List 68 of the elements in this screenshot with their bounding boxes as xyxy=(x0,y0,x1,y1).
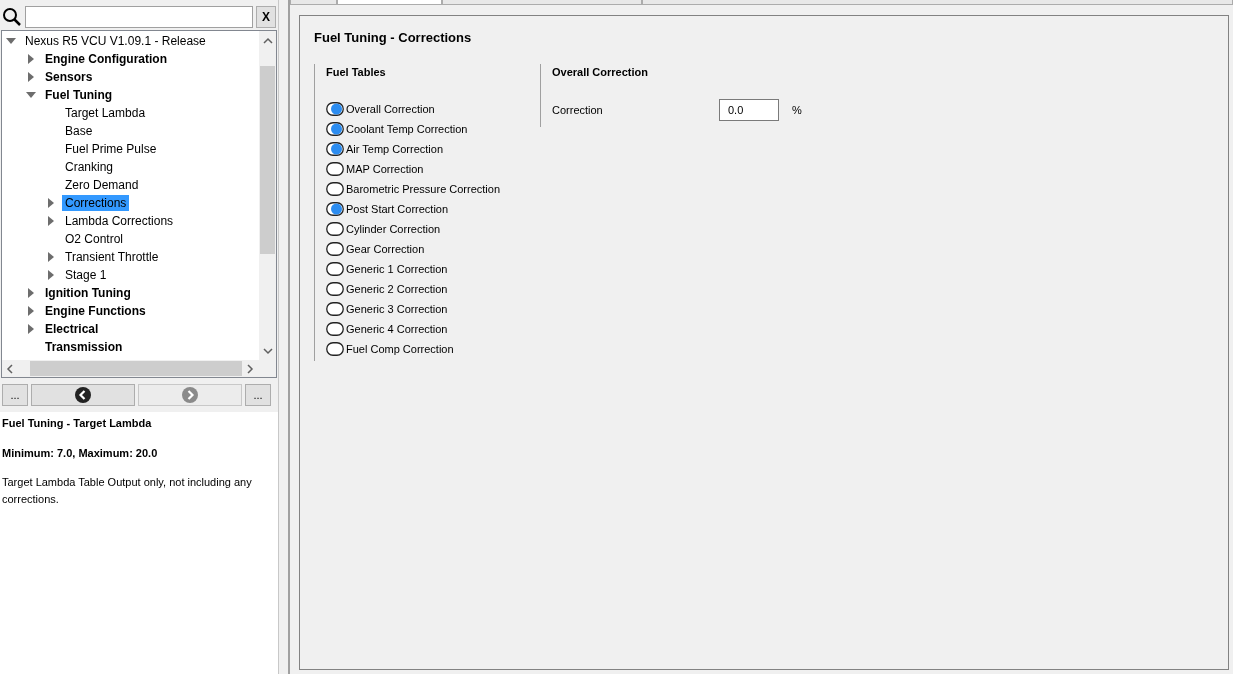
scroll-up-icon[interactable] xyxy=(262,37,273,45)
toggle-switch[interactable] xyxy=(326,162,344,176)
toggle-switch[interactable] xyxy=(326,122,344,136)
search-field[interactable] xyxy=(25,5,253,28)
option-label: MAP Correction xyxy=(346,161,424,177)
option-label: Fuel Comp Correction xyxy=(346,341,454,357)
scrollbar-thumb[interactable] xyxy=(260,66,275,254)
toggle-switch[interactable] xyxy=(326,102,344,116)
group-heading: Overall Correction xyxy=(552,64,649,80)
tree-item[interactable]: Engine Functions xyxy=(42,303,149,319)
toggle-switch[interactable] xyxy=(326,142,344,156)
option-label: Air Temp Correction xyxy=(346,141,443,157)
toggle-switch[interactable] xyxy=(326,222,344,236)
option-label: Generic 2 Correction xyxy=(346,281,448,297)
splitter-handle[interactable] xyxy=(278,0,290,674)
tree-item[interactable]: Nexus R5 VCU V1.09.1 - Release xyxy=(22,33,209,49)
tree-item[interactable]: Sensors xyxy=(42,69,96,85)
option-label: Coolant Temp Correction xyxy=(346,121,468,137)
tree-item[interactable]: Transient Throttle xyxy=(62,249,162,265)
option-label: Generic 3 Correction xyxy=(346,301,448,317)
tree-item[interactable]: O2 Control xyxy=(62,231,127,247)
option-label: Post Start Correction xyxy=(346,201,449,217)
option-label: Generic 1 Correction xyxy=(346,261,448,277)
tree-item[interactable]: Ignition Tuning xyxy=(42,285,134,301)
info-title: Fuel Tuning - Target Lambda xyxy=(2,416,153,431)
clear-button[interactable]: X xyxy=(256,5,276,28)
scroll-left-icon[interactable] xyxy=(6,363,14,374)
option-label: Overall Correction xyxy=(346,101,435,117)
option-label: Gear Correction xyxy=(346,241,425,257)
toggle-switch[interactable] xyxy=(326,302,344,316)
toggle-switch[interactable] xyxy=(326,262,344,276)
scroll-right-icon[interactable] xyxy=(246,363,254,374)
tree-item[interactable]: Electrical xyxy=(42,321,102,337)
more-button[interactable]: ... xyxy=(2,384,28,406)
scroll-down-icon[interactable] xyxy=(262,347,273,355)
back-button[interactable] xyxy=(31,384,135,406)
tree-item[interactable]: Cranking xyxy=(62,159,117,175)
tree-item[interactable]: Zero Demand xyxy=(62,177,142,193)
toggle-switch[interactable] xyxy=(326,322,344,336)
tree-item[interactable]: Lambda Corrections xyxy=(62,213,177,229)
tree-item[interactable]: Fuel Prime Pulse xyxy=(62,141,160,157)
tree-item[interactable]: Transmission xyxy=(42,339,126,355)
option-label: Barometric Pressure Correction xyxy=(346,181,501,197)
group-heading: Fuel Tables xyxy=(326,64,387,80)
option-label: Generic 4 Correction xyxy=(346,321,448,337)
tree-item[interactable]: Target Lambda xyxy=(62,105,149,121)
toggle-switch[interactable] xyxy=(326,342,344,356)
correction-field[interactable]: 0.0 xyxy=(719,99,779,121)
toggle-switch[interactable] xyxy=(326,242,344,256)
info-description: Target Lambda Table Output only, not including any corrections. xyxy=(2,475,253,507)
toggle-switch[interactable] xyxy=(326,182,344,196)
toggle-switch[interactable] xyxy=(326,282,344,296)
tree-item[interactable]: Stage 1 xyxy=(62,267,110,283)
unit-label: % xyxy=(792,102,802,118)
field-label: Correction xyxy=(552,102,604,118)
panel-title: Fuel Tuning - Corrections xyxy=(314,29,473,47)
tree-item[interactable]: Fuel Tuning xyxy=(42,87,116,103)
tree-item[interactable]: Engine Configuration xyxy=(42,51,170,67)
option-label: Cylinder Correction xyxy=(346,221,441,237)
info-range: Minimum: 7.0, Maximum: 20.0 xyxy=(2,445,159,461)
toggle-switch[interactable] xyxy=(326,202,344,216)
right-chevron-icon xyxy=(182,387,198,403)
more-button[interactable]: ... xyxy=(245,384,271,406)
left-chevron-icon xyxy=(75,387,91,403)
search-icon xyxy=(2,6,22,27)
tree-item[interactable]: Corrections xyxy=(62,195,130,211)
scrollbar-thumb[interactable] xyxy=(30,361,242,376)
tree-item[interactable]: Base xyxy=(62,123,96,139)
